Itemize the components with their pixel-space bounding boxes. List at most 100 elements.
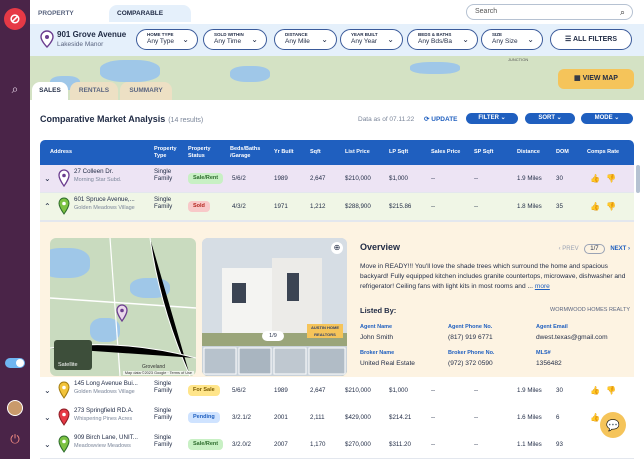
home-type-value: Any Type bbox=[147, 38, 174, 45]
subject-subdivision: Lakeside Manor bbox=[57, 41, 104, 48]
result-count: (14 results) bbox=[168, 117, 204, 124]
agent-email[interactable]: dwest.texas@gmail.com bbox=[536, 334, 608, 341]
row-sqft: 2,111 bbox=[310, 414, 325, 421]
row-yr-built: 2007 bbox=[274, 441, 288, 448]
table-row[interactable]: ⌄ 273 Springfield RD.A. Whispering Pines … bbox=[40, 404, 634, 432]
chevron-down-icon[interactable]: ⌄ bbox=[44, 174, 51, 183]
location-pin-icon bbox=[40, 30, 54, 48]
search-icon: ⌕ bbox=[619, 7, 625, 17]
year-built-dropdown[interactable]: YEAR BUILT Any Year ⌄ bbox=[340, 29, 403, 50]
chevron-down-icon: ⌄ bbox=[387, 35, 394, 44]
size-label: SIZE bbox=[492, 32, 503, 37]
sold-within-label: SOLD WITHIN bbox=[214, 32, 244, 37]
col-sp-sqft[interactable]: SP Sqft bbox=[474, 149, 493, 156]
row-bbg: 3/2.1/2 bbox=[232, 414, 251, 421]
col-yr-built[interactable]: Yr Built bbox=[274, 149, 294, 156]
app-logo-icon[interactable]: ⊘ bbox=[4, 8, 26, 30]
distance-dropdown[interactable]: DISTANCE Any Mile ⌄ bbox=[274, 29, 337, 50]
power-icon[interactable]: ⏻ bbox=[8, 432, 22, 446]
row-address: 273 Springfield RD.A. Whispering Pines Ac… bbox=[74, 407, 134, 422]
scrollbar[interactable] bbox=[636, 165, 640, 193]
table-row[interactable]: ⌄ 145 Long Avenue Bui... Golden Meadows V… bbox=[40, 377, 634, 405]
tab-comparable-sales[interactable]: COMPARABLE SALES bbox=[109, 5, 191, 34]
prev-button[interactable]: ‹ PREV bbox=[559, 246, 579, 252]
search-placeholder: Search bbox=[475, 8, 498, 15]
chevron-down-icon[interactable]: ⌄ bbox=[44, 413, 51, 422]
zoom-icon[interactable]: ⊕ bbox=[331, 242, 343, 254]
chevron-down-icon[interactable]: ⌄ bbox=[44, 386, 51, 395]
thumbs-up-icon[interactable]: 👍 bbox=[590, 202, 600, 211]
tab-property-details[interactable]: PROPERTY DETAILS bbox=[30, 5, 108, 34]
table-row[interactable]: ⌃ 601 Spruce Avenue,... Golden Meadows Vi… bbox=[40, 193, 634, 221]
overview-description: Move in READY!!! You'll love the shade t… bbox=[360, 263, 626, 290]
thumbs-down-icon[interactable]: 👎 bbox=[606, 202, 616, 211]
col-address[interactable]: Address bbox=[50, 149, 72, 156]
mode-button[interactable]: MODE ⌄ bbox=[581, 113, 633, 124]
mls-label: MLS# bbox=[536, 350, 551, 356]
satellite-toggle[interactable]: Satellite bbox=[54, 340, 92, 370]
page-indicator: 1/7 bbox=[584, 244, 605, 254]
row-lp-sqft: $214.21 bbox=[389, 414, 412, 421]
thumbs-down-icon[interactable]: 👎 bbox=[606, 386, 616, 395]
row-list-price: $210,000 bbox=[345, 175, 371, 182]
col-distance[interactable]: Distance bbox=[517, 149, 540, 156]
thumbs-up-icon[interactable]: 👍 bbox=[590, 174, 600, 183]
size-dropdown[interactable]: SIZE Any Size ⌄ bbox=[481, 29, 543, 50]
search-icon[interactable]: ⌕ bbox=[8, 82, 22, 96]
thumbs-up-icon[interactable]: 👍 bbox=[590, 413, 600, 422]
col-lp-sqft[interactable]: LP Sqft bbox=[389, 149, 408, 156]
sort-button[interactable]: SORT ⌄ bbox=[525, 113, 575, 124]
tab-sales[interactable]: SALES bbox=[32, 82, 68, 100]
row-list-price: $288,900 bbox=[345, 203, 371, 210]
search-input[interactable]: Search ⌕ bbox=[466, 4, 633, 20]
beds-baths-dropdown[interactable]: BEDS & BATHS Any Bds/Ba ⌄ bbox=[407, 29, 478, 50]
all-filters-button[interactable]: ☰ ALL FILTERS bbox=[550, 29, 632, 50]
broker-phone: (972) 372 0590 bbox=[448, 360, 493, 367]
sold-within-dropdown[interactable]: SOLD WITHIN Any Time ⌄ bbox=[203, 29, 267, 50]
row-distance: 1.1 Miles bbox=[517, 441, 542, 448]
col-sales-price[interactable]: Sales Price bbox=[431, 149, 460, 156]
table-header: Address Property Type Property Status Be… bbox=[40, 140, 634, 165]
col-property-status[interactable]: Property Status bbox=[188, 146, 220, 160]
property-photo[interactable]: ⊕ AUSTIN HOME REALTORS 1/9 bbox=[202, 238, 347, 376]
row-list-price: $429,000 bbox=[345, 414, 371, 421]
tab-summary[interactable]: SUMMARY bbox=[120, 82, 172, 100]
thumbs-up-icon[interactable]: 👍 bbox=[590, 386, 600, 395]
chevron-up-icon[interactable]: ⌃ bbox=[44, 202, 51, 211]
filter-button[interactable]: FILTER ⌄ bbox=[466, 113, 518, 124]
row-sp-sqft: -- bbox=[474, 441, 479, 448]
update-button[interactable]: ⟳ UPDATE bbox=[424, 115, 458, 123]
row-lp-sqft: $1,000 bbox=[389, 175, 408, 182]
year-built-label: YEAR BUILT bbox=[351, 32, 378, 37]
row-type: Single Family bbox=[154, 434, 173, 448]
more-link[interactable]: more bbox=[535, 283, 550, 290]
col-sqft[interactable]: Sqft bbox=[310, 149, 321, 156]
row-dom: 6 bbox=[556, 414, 560, 421]
col-comps-rate[interactable]: Comps Rate bbox=[587, 149, 619, 156]
chat-button[interactable]: 💬 bbox=[600, 412, 626, 438]
row-sp-sqft: -- bbox=[474, 387, 479, 394]
app-sidebar: ⊘ ⌕ ⏻ bbox=[0, 0, 30, 459]
col-list-price[interactable]: List Price bbox=[345, 149, 370, 156]
tab-rentals[interactable]: RENTALS bbox=[70, 82, 118, 100]
sort-label: SORT bbox=[538, 115, 555, 121]
col-beds-baths-garage[interactable]: Beds/Baths /Garage bbox=[230, 146, 270, 160]
row-address: 601 Spruce Avenue,... Golden Meadows Vill… bbox=[74, 196, 135, 211]
table-row[interactable]: ⌄ 909 Birch Lane, UNIT... Meadowview Mead… bbox=[40, 431, 634, 459]
status-badge: Sale/Rent bbox=[188, 439, 224, 450]
col-property-type[interactable]: Property Type bbox=[154, 146, 184, 160]
table-row[interactable]: ⌄ 27 Colleen Dr. Morning Star Subd. Singl… bbox=[40, 165, 634, 193]
thumbs-down-icon[interactable]: 👎 bbox=[606, 174, 616, 183]
chat-icon: 💬 bbox=[606, 419, 620, 432]
panel-title: Comparative Market Analysis (14 results) bbox=[40, 114, 203, 124]
status-badge: Sale/Rent bbox=[188, 173, 224, 184]
col-dom[interactable]: DOM bbox=[556, 149, 569, 156]
home-type-dropdown[interactable]: HOME TYPE Any Type ⌄ bbox=[136, 29, 198, 50]
chevron-down-icon[interactable]: ⌄ bbox=[44, 440, 51, 449]
avatar[interactable] bbox=[7, 400, 23, 416]
detail-map[interactable]: Groveland Satellite Map data ©2023 Googl… bbox=[50, 238, 196, 376]
next-button[interactable]: NEXT › bbox=[610, 246, 630, 252]
view-map-label: VIEW MAP bbox=[582, 75, 618, 82]
row-lp-sqft: $1,000 bbox=[389, 387, 408, 394]
theme-toggle[interactable] bbox=[5, 358, 25, 368]
